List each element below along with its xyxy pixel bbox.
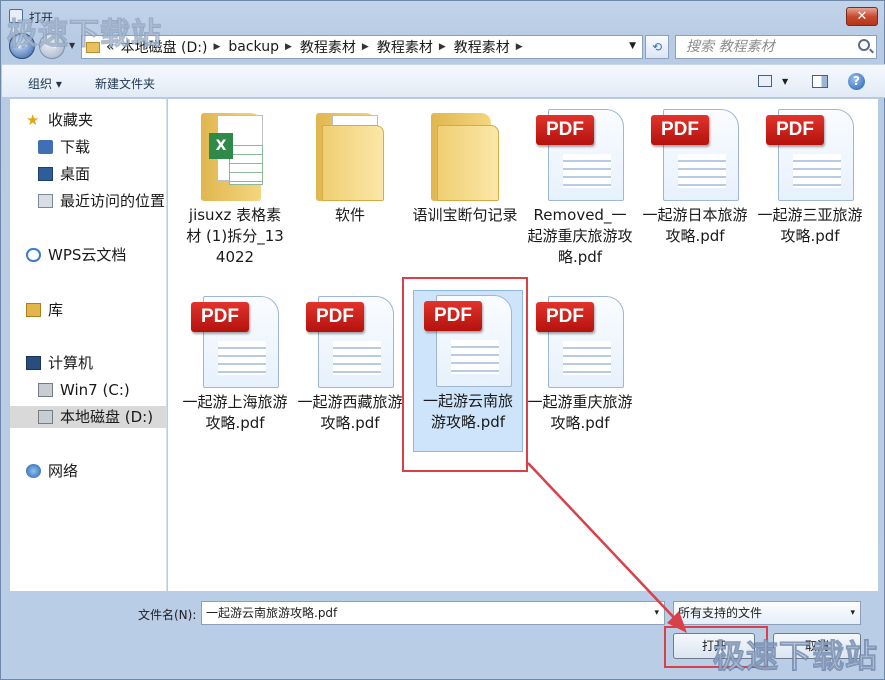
chevron-down-icon[interactable]: ▾: [654, 602, 659, 624]
watermark-bottom: 极速下载站: [712, 637, 879, 676]
refresh-button[interactable]: ⟲: [645, 35, 669, 59]
chevron-right-icon[interactable]: ▶: [362, 42, 369, 52]
drive-icon: [38, 410, 53, 424]
pdf-badge: PDF: [191, 302, 249, 332]
chevron-right-icon[interactable]: ▶: [516, 42, 523, 52]
command-toolbar: 组织 ▾ 新建文件夹 ▼ ?: [2, 64, 885, 98]
pdf-file-icon: PDF: [760, 105, 860, 205]
search-input[interactable]: 搜索 教程素材: [675, 35, 877, 59]
filename-label: 文件名(N):: [138, 608, 197, 622]
view-dropdown-icon[interactable]: ▼: [782, 77, 788, 86]
new-folder-button[interactable]: 新建文件夹: [95, 75, 155, 92]
file-item-pdf[interactable]: PDF 一起游日本旅游攻略.pdf: [640, 105, 750, 247]
folder-icon: [300, 105, 400, 205]
breadcrumb-folder-3[interactable]: 教程素材: [454, 37, 510, 57]
close-button[interactable]: ✕: [846, 7, 878, 26]
file-name: 一起游日本旅游攻略.pdf: [642, 206, 748, 245]
file-name: Removed_一起游重庆旅游攻略.pdf: [527, 206, 633, 266]
file-type-select[interactable]: 所有支持的文件 ▾: [673, 601, 861, 625]
open-file-dialog: 打开 ✕ ← → ▼ « 本地磁盘 (D:) ▶ backup ▶ 教程素材 ▶…: [0, 0, 885, 680]
pdf-badge: PDF: [306, 302, 364, 332]
library-icon: [26, 303, 41, 317]
excel-folder-icon: X: [185, 105, 285, 205]
file-name: 一起游上海旅游攻略.pdf: [182, 393, 288, 432]
pdf-file-icon: PDF: [300, 292, 400, 392]
address-dropdown-icon[interactable]: ▼: [629, 41, 636, 51]
file-item-pdf[interactable]: PDF 一起游三亚旅游攻略.pdf: [755, 105, 865, 247]
file-name: jisuxz 表格素材 (1)拆分_134022: [186, 206, 284, 266]
file-type-value: 所有支持的文件: [678, 606, 763, 620]
preview-pane-icon[interactable]: [812, 75, 828, 88]
highlight-box-selected-file: [402, 277, 528, 472]
chevron-right-icon[interactable]: ▶: [285, 42, 292, 52]
breadcrumb-folder-1[interactable]: 教程素材: [300, 37, 356, 57]
file-name: 一起游重庆旅游攻略.pdf: [527, 393, 633, 432]
pdf-badge: PDF: [766, 115, 824, 145]
pdf-file-icon: PDF: [645, 105, 745, 205]
breadcrumb-folder-2[interactable]: 教程素材: [377, 37, 433, 57]
pdf-badge: PDF: [536, 302, 594, 332]
navigation-pane: ★ 收藏夹 下载 桌面 最近访问的位置 WPS云文档 库 计算机 Win7 (C…: [10, 99, 167, 591]
search-placeholder: 搜索 教程素材: [686, 39, 775, 55]
file-name: 一起游西藏旅游攻略.pdf: [297, 393, 403, 432]
help-icon[interactable]: ?: [848, 73, 865, 90]
folder-icon: [415, 105, 515, 205]
organize-menu[interactable]: 组织 ▾: [28, 75, 62, 92]
file-name: 一起游三亚旅游攻略.pdf: [757, 206, 863, 245]
pdf-file-icon: PDF: [530, 292, 630, 392]
computer-icon: [26, 356, 41, 370]
desktop-icon: [38, 167, 53, 181]
excel-icon: X: [209, 133, 233, 159]
star-icon: ★: [26, 111, 40, 129]
file-item-folder[interactable]: 语训宝断句记录: [410, 105, 520, 226]
recent-places-icon: [38, 194, 53, 208]
filename-input[interactable]: 一起游云南旅游攻略.pdf ▾: [201, 601, 665, 625]
address-bar[interactable]: « 本地磁盘 (D:) ▶ backup ▶ 教程素材 ▶ 教程素材 ▶ 教程素…: [81, 35, 643, 59]
pdf-badge: PDF: [536, 115, 594, 145]
file-item-folder[interactable]: X jisuxz 表格素材 (1)拆分_134022: [180, 105, 290, 268]
view-icon[interactable]: [758, 75, 772, 87]
nav-drive-d[interactable]: 本地磁盘 (D:): [10, 406, 166, 428]
file-name: 语训宝断句记录: [412, 206, 518, 224]
drive-icon: [38, 383, 53, 397]
chevron-down-icon: ▾: [850, 608, 855, 618]
filename-value: 一起游云南旅游攻略.pdf: [206, 606, 338, 620]
chevron-right-icon[interactable]: ▶: [213, 42, 220, 52]
breadcrumb-backup[interactable]: backup: [228, 39, 279, 55]
network-icon: [26, 464, 41, 478]
pdf-file-icon: PDF: [530, 105, 630, 205]
file-item-pdf[interactable]: PDF Removed_一起游重庆旅游攻略.pdf: [525, 105, 635, 268]
pdf-file-icon: PDF: [185, 292, 285, 392]
file-name: 软件: [334, 206, 365, 224]
download-folder-icon: [38, 140, 53, 154]
file-item-pdf[interactable]: PDF 一起游重庆旅游攻略.pdf: [525, 292, 635, 434]
pdf-badge: PDF: [651, 115, 709, 145]
search-icon[interactable]: [858, 39, 870, 51]
chevron-right-icon[interactable]: ▶: [439, 42, 446, 52]
cloud-icon: [26, 248, 41, 262]
watermark-top: 极速下载站: [7, 17, 162, 53]
file-item-pdf[interactable]: PDF 一起游上海旅游攻略.pdf: [180, 292, 290, 434]
file-item-folder[interactable]: 软件: [295, 105, 405, 226]
file-item-pdf[interactable]: PDF 一起游西藏旅游攻略.pdf: [295, 292, 405, 434]
